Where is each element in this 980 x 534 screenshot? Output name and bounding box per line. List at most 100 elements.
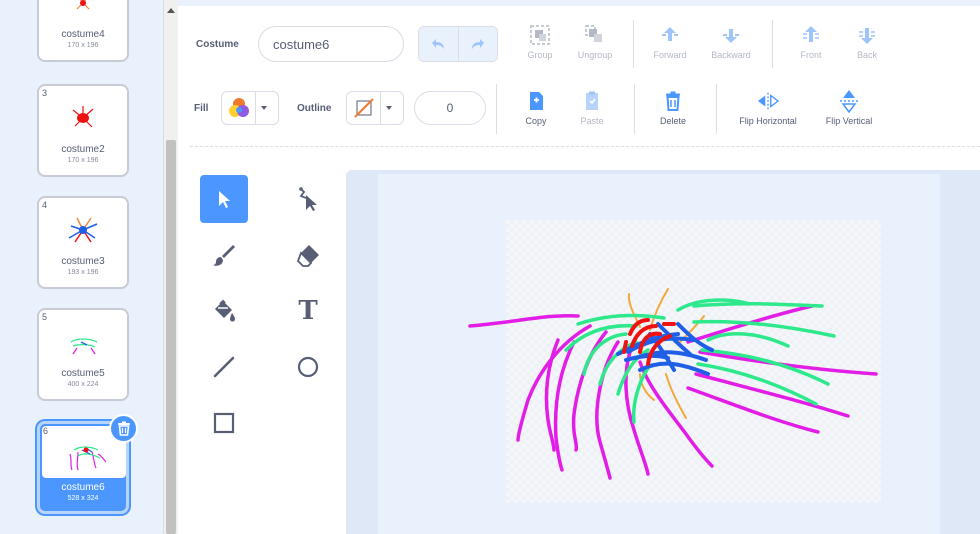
toolbar-divider-horizontal	[190, 146, 980, 147]
flip-vertical-label: Flip Vertical	[825, 116, 873, 126]
chevron-down-icon	[386, 106, 392, 110]
forward-icon	[662, 27, 678, 41]
costume-list-scrollbar[interactable]	[163, 0, 178, 534]
eraser-tool[interactable]	[284, 231, 332, 279]
costume-thumbnail	[70, 338, 98, 355]
costume-number: 4	[42, 200, 48, 210]
flip-vertical-icon	[840, 90, 858, 113]
copy-label: Copy	[525, 116, 547, 126]
toolbar-divider	[716, 84, 717, 134]
sprite-drawing	[468, 288, 878, 480]
costume-tile[interactable]: 3 costume2 170 x 196	[37, 84, 129, 177]
brush-icon	[213, 245, 235, 266]
costume-tile[interactable]: 4 costume3 193 x 196	[37, 196, 129, 289]
toolbar-divider	[496, 84, 497, 134]
costume-thumbnail	[69, 446, 107, 471]
back-icon	[859, 28, 875, 44]
costume-number: 3	[42, 88, 48, 98]
costume-name: costume6	[61, 482, 105, 493]
toolbar-divider	[634, 84, 635, 134]
costume-name-input[interactable]	[258, 26, 404, 62]
ungroup-icon	[585, 25, 602, 42]
costume-number: 5	[42, 312, 48, 322]
arrow-cursor-icon	[219, 191, 230, 208]
back-button[interactable]: Back	[839, 24, 895, 60]
scrollbar-thumb[interactable]	[166, 140, 176, 534]
rectangle-icon	[213, 412, 235, 434]
backward-icon	[723, 29, 739, 43]
text-tool-icon: T	[298, 296, 318, 326]
flip-vertical-button[interactable]: Flip Vertical	[821, 90, 877, 126]
outline-color-picker[interactable]	[346, 91, 404, 125]
costume-number: 6	[43, 426, 49, 436]
paste-button[interactable]: Paste	[564, 90, 620, 126]
delete-costume-button[interactable]	[109, 414, 138, 443]
flip-horizontal-label: Flip Horizontal	[739, 116, 797, 126]
ungroup-label: Ungroup	[577, 50, 613, 60]
costume-tile[interactable]: costume4 170 x 196	[37, 0, 129, 62]
group-button[interactable]: Group	[512, 24, 568, 60]
front-button[interactable]: Front	[783, 24, 839, 60]
rectangle-tool[interactable]	[200, 399, 248, 447]
copy-icon	[530, 92, 543, 110]
undo-icon	[432, 39, 445, 49]
trash-icon	[666, 91, 680, 111]
line-tool[interactable]	[200, 343, 248, 391]
delete-label: Delete	[659, 116, 686, 126]
reshape-tool[interactable]	[284, 175, 332, 223]
delete-button[interactable]: Delete	[645, 90, 701, 126]
front-label: Front	[800, 50, 822, 60]
line-icon	[213, 356, 235, 378]
text-tool[interactable]: T	[284, 287, 332, 335]
costume-size: 400 x 224	[67, 381, 99, 388]
backward-button[interactable]: Backward	[703, 24, 759, 60]
costume-name: costume2	[61, 144, 105, 155]
copy-button[interactable]: Copy	[508, 90, 564, 126]
fill-tool[interactable]	[200, 287, 248, 335]
fill-color-picker[interactable]	[221, 91, 279, 125]
circle-icon	[297, 356, 319, 378]
canvas-viewport[interactable]	[378, 174, 940, 534]
costume-list: costume4 170 x 196 3 costume2 170 x 196 …	[0, 0, 163, 534]
eraser-icon	[296, 245, 319, 267]
group-icon	[530, 25, 550, 45]
costume-size: 193 x 196	[67, 269, 99, 276]
undo-redo-group	[418, 26, 498, 62]
paint-editor: Costume Group Ungroup Forward Backward F…	[178, 0, 980, 534]
redo-button[interactable]	[457, 27, 497, 61]
outline-width-input[interactable]	[414, 91, 486, 125]
scroll-up-arrow[interactable]	[167, 8, 175, 13]
toolbar-divider	[772, 20, 773, 68]
undo-button[interactable]	[419, 27, 458, 61]
outline-label: Outline	[297, 103, 332, 114]
costume-thumbnail	[76, 0, 90, 10]
select-tool[interactable]	[200, 175, 248, 223]
flip-horizontal-button[interactable]: Flip Horizontal	[739, 90, 797, 126]
group-label: Group	[527, 50, 553, 60]
reshape-icon	[299, 187, 317, 211]
canvas-area	[346, 170, 980, 534]
chevron-down-icon	[261, 106, 267, 110]
back-label: Back	[856, 50, 877, 60]
brush-tool[interactable]	[200, 231, 248, 279]
backward-label: Backward	[711, 50, 751, 60]
costume-size: 528 x 324	[67, 495, 99, 502]
paste-label: Paste	[580, 116, 604, 126]
fill-color-swatch	[228, 98, 249, 117]
redo-icon	[471, 39, 484, 49]
front-icon	[803, 26, 819, 42]
paint-bucket-icon	[215, 299, 235, 322]
costume-thumbnail	[68, 217, 98, 243]
flip-horizontal-icon	[757, 92, 779, 110]
top-strip	[178, 0, 980, 6]
circle-tool[interactable]	[284, 343, 332, 391]
costume-thumbnail	[72, 106, 94, 128]
costume-name: costume4	[61, 29, 105, 40]
costume-name: costume5	[61, 368, 105, 379]
costume-size: 170 x 196	[67, 157, 99, 164]
ungroup-button[interactable]: Ungroup	[567, 24, 623, 60]
fill-label: Fill	[194, 103, 209, 114]
forward-button[interactable]: Forward	[642, 24, 698, 60]
costume-tile[interactable]: 5 costume5 400 x 224	[37, 308, 129, 401]
costume-label: Costume	[196, 39, 239, 50]
